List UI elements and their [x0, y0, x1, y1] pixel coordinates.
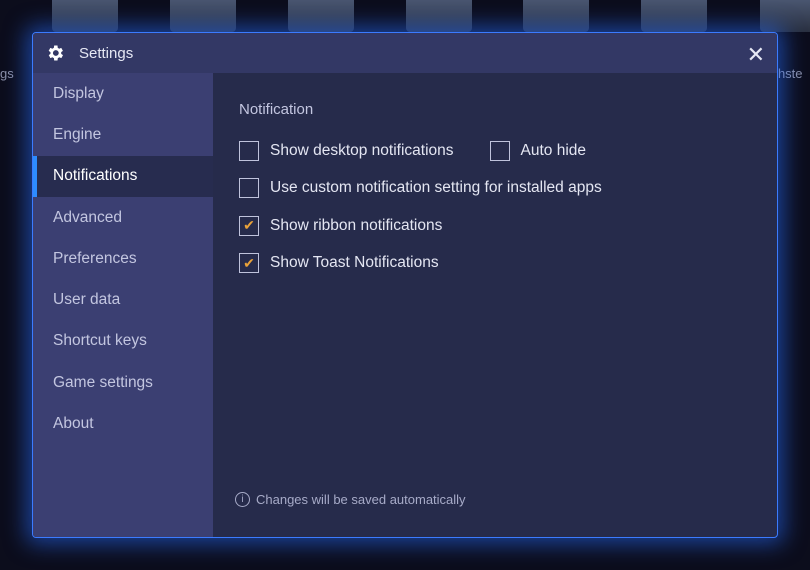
- sidebar-item-user-data[interactable]: User data: [33, 279, 213, 320]
- section-heading: Notification: [239, 101, 314, 118]
- app-tile[interactable]: [52, 0, 118, 32]
- show-desktop-notifications-checkbox[interactable]: Show desktop notifications: [239, 140, 454, 161]
- checkmark-icon[interactable]: ✔: [239, 253, 259, 274]
- sidebar-item-game-settings[interactable]: Game settings: [33, 362, 213, 403]
- gear-icon: [48, 45, 63, 61]
- app-tile[interactable]: [406, 0, 472, 32]
- title-bar: Settings ✕: [33, 33, 777, 73]
- info-icon: i: [235, 492, 250, 507]
- checkbox-label: Show Toast Notifications: [270, 254, 439, 272]
- app-tile[interactable]: [641, 0, 707, 32]
- app-tile[interactable]: [288, 0, 354, 32]
- checkbox-box[interactable]: [239, 178, 259, 199]
- show-toast-notifications-checkbox[interactable]: ✔ Show Toast Notifications: [239, 253, 439, 274]
- sidebar-item-notifications[interactable]: Notifications: [33, 155, 213, 197]
- show-ribbon-notifications-checkbox[interactable]: ✔ Show ribbon notifications: [239, 215, 443, 236]
- checkbox-label: Show desktop notifications: [270, 141, 454, 159]
- checkbox-label: Auto hide: [520, 141, 587, 159]
- sidebar-item-display[interactable]: Display: [33, 73, 213, 114]
- checkbox-label: Show ribbon notifications: [270, 216, 443, 234]
- notification-panel: Notification Show desktop notifications …: [213, 73, 777, 537]
- autosave-text: Changes will be saved automatically: [256, 492, 466, 507]
- custom-notification-setting-checkbox[interactable]: Use custom notification setting for inst…: [239, 178, 602, 199]
- autosave-note: i Changes will be saved automatically: [235, 492, 466, 507]
- app-tile[interactable]: [170, 0, 236, 32]
- dialog-title: Settings: [79, 44, 134, 62]
- settings-dialog: Settings ✕ Display Engine Notifications …: [32, 32, 778, 538]
- auto-hide-checkbox[interactable]: Auto hide: [489, 140, 587, 161]
- sidebar: Display Engine Notifications Advanced Pr…: [33, 73, 213, 537]
- sidebar-item-preferences[interactable]: Preferences: [33, 238, 213, 279]
- checkbox-label: Use custom notification setting for inst…: [270, 179, 602, 197]
- checkbox-box[interactable]: [489, 140, 510, 161]
- close-button[interactable]: ✕: [747, 42, 765, 68]
- checkmark-icon[interactable]: ✔: [239, 215, 259, 236]
- sidebar-item-advanced[interactable]: Advanced: [33, 197, 213, 238]
- sidebar-item-shortcut-keys[interactable]: Shortcut keys: [33, 321, 213, 362]
- sidebar-item-about[interactable]: About: [33, 403, 213, 444]
- app-label: gs: [0, 66, 14, 81]
- checkbox-box[interactable]: [239, 140, 259, 161]
- app-tile[interactable]: [760, 0, 810, 32]
- app-tile[interactable]: [523, 0, 589, 32]
- sidebar-item-engine[interactable]: Engine: [33, 114, 213, 155]
